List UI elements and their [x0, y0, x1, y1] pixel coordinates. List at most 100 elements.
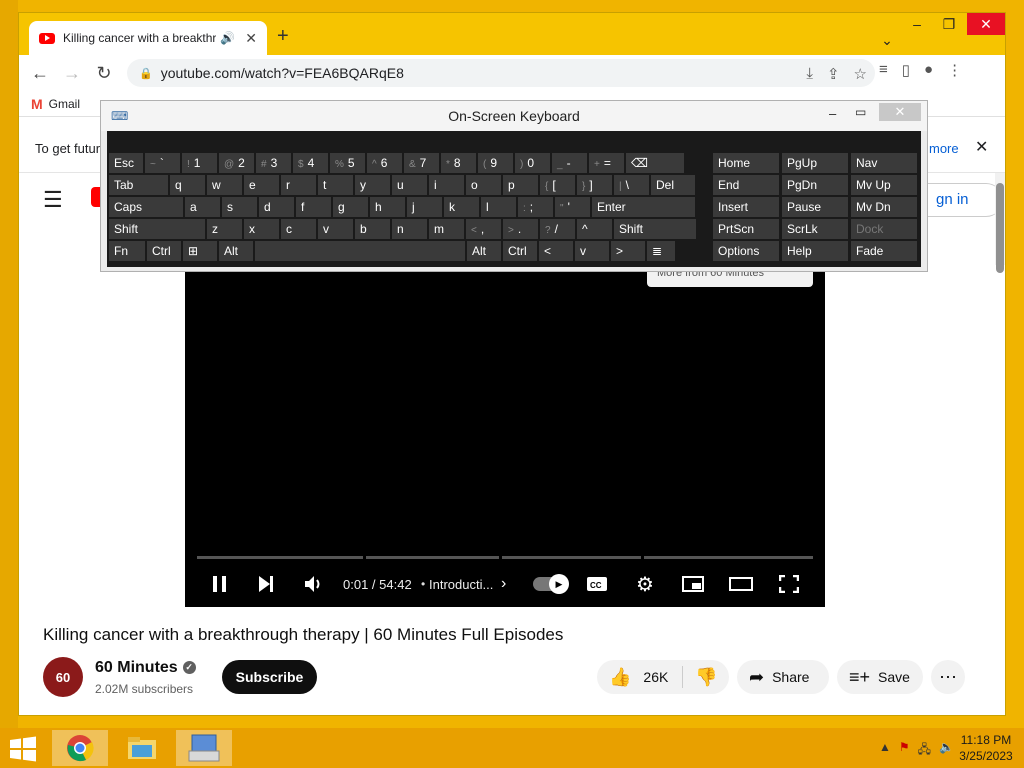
osk-nav-key[interactable]: Fade — [851, 241, 917, 261]
channel-name[interactable]: 60 Minutes — [95, 659, 178, 676]
osk-key[interactable]: > — [611, 241, 645, 261]
more-actions-icon[interactable]: ⋯ — [931, 660, 965, 694]
osk-title-bar[interactable]: ⌨ On-Screen Keyboard ‒ ▭ ✕ — [101, 101, 927, 131]
osk-nav-key[interactable]: Mv Up — [851, 175, 917, 195]
miniplayer-icon[interactable] — [679, 565, 707, 603]
osk-key[interactable]: p — [503, 175, 538, 195]
osk-key[interactable]: | \ — [614, 175, 649, 195]
osk-nav-key[interactable]: Dock — [851, 219, 917, 239]
osk-key[interactable]: Ctrl — [147, 241, 181, 261]
osk-key[interactable]: l — [481, 197, 516, 217]
osk-key[interactable]: h — [370, 197, 405, 217]
osk-key[interactable]: Caps — [109, 197, 183, 217]
maximize-button[interactable]: ❐ — [933, 13, 965, 35]
osk-key[interactable]: i — [429, 175, 464, 195]
taskbar-chrome-icon[interactable] — [52, 730, 108, 766]
settings-gear-icon[interactable]: ⚙ — [631, 565, 659, 603]
action-center-flag-icon[interactable]: ⚑ — [899, 740, 910, 761]
share-button[interactable]: ➦ Share — [737, 660, 829, 694]
banner-close-icon[interactable]: ✕ — [975, 137, 988, 157]
osk-key[interactable]: z — [207, 219, 242, 239]
close-window-button[interactable]: ✕ — [967, 13, 1005, 35]
video-player[interactable]: 0:01 / 54:42 • Introducti... › ▶ CC ⚙ — [185, 269, 825, 607]
minimize-button[interactable]: ‒ — [901, 13, 933, 35]
osk-key[interactable]: c — [281, 219, 316, 239]
osk-key[interactable]: ^ — [577, 219, 612, 239]
osk-key[interactable]: Alt — [219, 241, 253, 261]
theater-mode-icon[interactable] — [727, 565, 755, 603]
volume-muted-icon[interactable]: 🔈 — [939, 740, 954, 761]
osk-key[interactable]: n — [392, 219, 427, 239]
chapter-title[interactable]: Introducti... — [429, 565, 493, 603]
back-arrow-icon[interactable]: ← — [25, 58, 55, 88]
osk-key[interactable]: @2 — [219, 153, 254, 173]
osk-key[interactable]: d — [259, 197, 294, 217]
osk-key[interactable]: >. — [503, 219, 538, 239]
browser-tab[interactable]: Killing cancer with a breakthr 🔊 ✕ — [29, 21, 267, 55]
osk-key[interactable]: ) 0 — [515, 153, 550, 173]
osk-key[interactable]: + = — [589, 153, 624, 173]
osk-nav-key[interactable]: ScrLk — [782, 219, 848, 239]
osk-key[interactable]: j — [407, 197, 442, 217]
osk-key[interactable]: r — [281, 175, 316, 195]
osk-key[interactable]: Fn — [109, 241, 145, 261]
pause-icon[interactable] — [205, 565, 235, 603]
osk-key[interactable]: v — [318, 219, 353, 239]
osk-key[interactable]: ⊞ — [183, 241, 217, 261]
like-count[interactable]: 26K — [643, 669, 668, 685]
osk-key[interactable]: <, — [466, 219, 501, 239]
osk-key[interactable]: < — [539, 241, 573, 261]
osk-key[interactable]: Enter — [592, 197, 695, 217]
osk-key[interactable]: t — [318, 175, 353, 195]
reload-icon[interactable]: ↻ — [89, 58, 119, 88]
osk-nav-key[interactable]: Mv Dn — [851, 197, 917, 217]
tab-search-chevron-icon[interactable]: ⌄ — [871, 29, 903, 51]
clock[interactable]: 11:18 PM 3/25/2023 — [956, 732, 1016, 764]
network-icon[interactable]: 🖧 — [918, 740, 931, 761]
osk-key[interactable]: Shift — [614, 219, 696, 239]
address-bar[interactable]: 🔒 youtube.com/watch?v=FEA6BQARqE8 ⤓ ⇪ ☆ — [127, 59, 875, 87]
osk-key[interactable]: ? / — [540, 219, 575, 239]
osk-key[interactable]: e — [244, 175, 279, 195]
side-panel-icon[interactable]: ▯ — [902, 61, 910, 79]
osk-key[interactable]: #3 — [256, 153, 291, 173]
profile-avatar-icon[interactable]: ● — [924, 61, 933, 79]
channel-avatar[interactable]: 60 — [43, 657, 83, 697]
osk-nav-key[interactable]: End — [713, 175, 779, 195]
chapter-chevron-icon[interactable]: › — [501, 565, 506, 603]
osk-key[interactable]: ^ 6 — [367, 153, 402, 173]
hamburger-menu-icon[interactable]: ☰ — [43, 187, 63, 213]
osk-key[interactable]: f — [296, 197, 331, 217]
share-icon[interactable]: ⇪ — [827, 65, 840, 83]
progress-bar[interactable] — [197, 556, 813, 559]
osk-key[interactable]: u — [392, 175, 427, 195]
osk-key[interactable]: % 5 — [330, 153, 365, 173]
osk-key[interactable]: {[ — [540, 175, 575, 195]
tab-close-icon[interactable]: ✕ — [245, 30, 257, 47]
osk-key[interactable]: }] — [577, 175, 612, 195]
osk-key[interactable]: ⌫ — [626, 153, 684, 173]
show-hidden-icons-icon[interactable]: ▲ — [879, 740, 891, 761]
taskbar-osk-icon[interactable] — [176, 730, 232, 766]
osk-key[interactable]: a — [185, 197, 220, 217]
osk-minimize-button[interactable]: ‒ — [829, 99, 836, 129]
forward-arrow-icon[interactable]: → — [57, 58, 87, 88]
osk-key[interactable]: ~ ` — [145, 153, 180, 173]
osk-key[interactable]: Tab — [109, 175, 168, 195]
osk-maximize-button[interactable]: ▭ — [855, 97, 866, 127]
osk-nav-key[interactable]: Help — [782, 241, 848, 261]
osk-key[interactable] — [255, 241, 465, 261]
scrollbar-thumb[interactable] — [996, 183, 1004, 273]
osk-nav-key[interactable]: Pause — [782, 197, 848, 217]
osk-key[interactable]: Ctrl — [503, 241, 537, 261]
osk-close-button[interactable]: ✕ — [879, 103, 921, 121]
osk-nav-key[interactable]: PgUp — [782, 153, 848, 173]
osk-key[interactable]: x — [244, 219, 279, 239]
fullscreen-icon[interactable] — [775, 565, 803, 603]
subscribe-button[interactable]: Subscribe — [222, 660, 317, 694]
osk-key[interactable]: :; — [518, 197, 553, 217]
osk-key[interactable]: ! 1 — [182, 153, 217, 173]
osk-nav-key[interactable]: Insert — [713, 197, 779, 217]
banner-learn-more-link[interactable]: more — [929, 141, 959, 156]
menu-kebab-icon[interactable]: ⋮ — [947, 61, 962, 79]
